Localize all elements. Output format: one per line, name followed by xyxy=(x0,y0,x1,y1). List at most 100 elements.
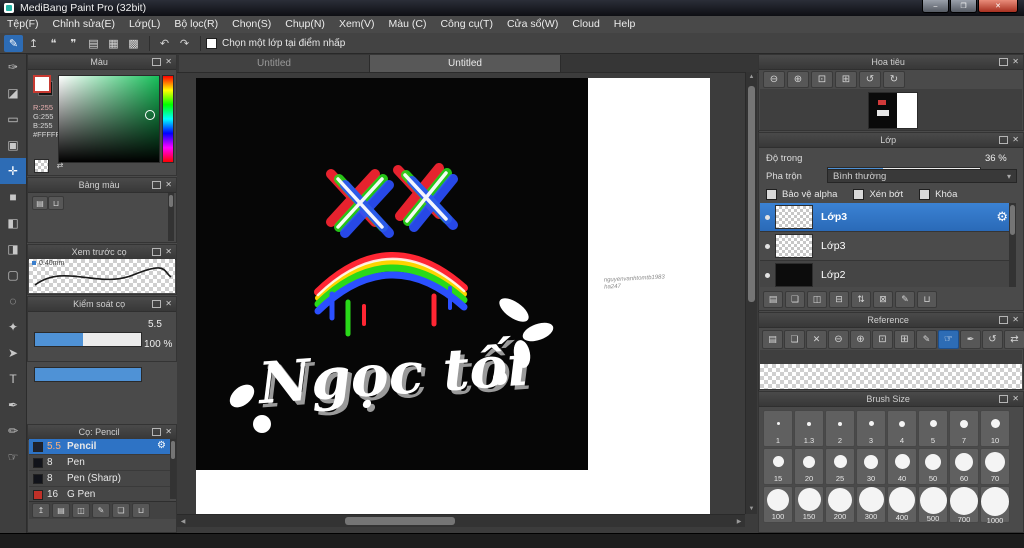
fit-screen-icon[interactable]: ⊡ xyxy=(872,330,893,349)
lasso-tool-icon[interactable]: ◌ xyxy=(0,288,26,314)
float-panel-icon[interactable] xyxy=(152,58,162,66)
delete-layer-icon[interactable]: ⊔ xyxy=(917,291,937,308)
upload-icon[interactable]: ↥ xyxy=(24,35,43,52)
close-panel-icon[interactable]: ✕ xyxy=(165,300,172,308)
brush-size-slider[interactable] xyxy=(34,332,142,347)
pencil-icon[interactable]: ✎ xyxy=(916,330,937,349)
float-panel-icon[interactable] xyxy=(152,428,162,436)
close-panel-icon[interactable]: ✕ xyxy=(165,181,172,189)
add-layer-icon[interactable]: ▤ xyxy=(763,291,783,308)
layer-visibility-icon[interactable] xyxy=(765,272,770,278)
marquee-tool-icon[interactable]: ▭ xyxy=(0,106,26,132)
undo-icon[interactable]: ↶ xyxy=(155,35,174,52)
menu-cloud[interactable]: Cloud xyxy=(565,16,606,33)
zoom-in-icon[interactable]: ⊕ xyxy=(850,330,871,349)
layer-list-scrollbar-thumb[interactable] xyxy=(1010,205,1015,235)
maximize-button[interactable]: ❐ xyxy=(950,0,977,13)
layer-visibility-icon[interactable] xyxy=(765,214,770,220)
artwork-canvas[interactable]: Ngọc tối Ngọc tối xyxy=(196,78,588,470)
brush-size-option[interactable]: 1.3 xyxy=(794,410,824,447)
menu-snap[interactable]: Chụp(N) xyxy=(278,16,332,33)
close-image-icon[interactable]: ✕ xyxy=(806,330,827,349)
open-image-icon[interactable]: ▤ xyxy=(762,330,783,349)
canvas-vertical-scrollbar[interactable]: ▲ ▼ xyxy=(745,72,757,514)
rotate-icon[interactable]: ↺ xyxy=(982,330,1003,349)
menu-file[interactable]: Tệp(F) xyxy=(0,16,46,33)
blend-mode-dropdown[interactable]: Bình thường ▾ xyxy=(827,169,1017,183)
actual-size-icon[interactable]: ⊞ xyxy=(835,71,857,88)
menu-help[interactable]: Help xyxy=(607,16,643,33)
layer-row-lop3[interactable]: Lớp3 xyxy=(760,232,1016,261)
brush-size-option[interactable]: 700 xyxy=(949,486,979,524)
delete-palette-color-icon[interactable]: ⊔ xyxy=(48,196,64,210)
page-icon[interactable]: ▤ xyxy=(84,35,103,52)
eyedropper-tool-icon[interactable]: ✒ xyxy=(0,392,26,418)
menu-edit[interactable]: Chỉnh sửa(E) xyxy=(46,16,122,33)
layer-row-lop3-active[interactable]: Lớp3 ⚙ xyxy=(760,203,1016,232)
upload-brush-icon[interactable]: ↥ xyxy=(32,503,50,518)
fill-tool-icon[interactable]: ■ xyxy=(0,184,26,210)
saturation-value-picker[interactable] xyxy=(58,75,160,163)
close-button[interactable]: ✕ xyxy=(978,0,1018,13)
brush-size-option[interactable]: 60 xyxy=(949,448,979,485)
color-picker-cursor[interactable] xyxy=(145,110,155,120)
add-brush-icon[interactable]: ▤ xyxy=(52,503,70,518)
chat-icon[interactable]: ❞ xyxy=(64,35,83,52)
menu-select[interactable]: Chọn(S) xyxy=(225,16,278,33)
close-panel-icon[interactable]: ✕ xyxy=(1012,136,1019,144)
layer-row-lop2[interactable]: Lớp2 xyxy=(760,261,1016,287)
brush-tool-icon[interactable]: ✑ xyxy=(0,54,26,80)
add-palette-color-icon[interactable]: ▤ xyxy=(32,196,48,210)
layer-settings-gear-icon[interactable]: ⚙ xyxy=(996,209,1008,225)
brush-item-pen-sharp[interactable]: 8 Pen (Sharp) xyxy=(29,471,170,487)
edit-brush-icon[interactable]: ✎ xyxy=(92,503,110,518)
comment-icon[interactable]: ❝ xyxy=(44,35,63,52)
float-panel-icon[interactable] xyxy=(999,58,1009,66)
close-panel-icon[interactable]: ✕ xyxy=(1012,58,1019,66)
protect-alpha-checkbox[interactable] xyxy=(766,189,777,200)
zoom-in-icon[interactable]: ⊕ xyxy=(787,71,809,88)
zoom-out-icon[interactable]: ⊖ xyxy=(828,330,849,349)
folder-icon[interactable]: ❏ xyxy=(784,330,805,349)
brush-size-option[interactable]: 40 xyxy=(887,448,917,485)
float-panel-icon[interactable] xyxy=(999,316,1009,324)
select-tool-icon[interactable]: ▢ xyxy=(0,262,26,288)
gradient-tool-icon[interactable]: ◨ xyxy=(0,236,26,262)
float-panel-icon[interactable] xyxy=(152,300,162,308)
duplicate-layer-icon[interactable]: ◫ xyxy=(807,291,827,308)
brush-opacity-slider[interactable] xyxy=(34,367,142,382)
brush-size-option[interactable]: 50 xyxy=(918,448,948,485)
scroll-left-icon[interactable]: ◀ xyxy=(179,518,187,525)
close-panel-icon[interactable]: ✕ xyxy=(165,58,172,66)
menu-color[interactable]: Màu (C) xyxy=(382,16,434,33)
canvas-horizontal-scrollbar-thumb[interactable] xyxy=(345,517,455,525)
clear-layer-icon[interactable]: ⊠ xyxy=(873,291,893,308)
stamp-tool-icon[interactable]: ▣ xyxy=(0,132,26,158)
brush-size-option[interactable]: 25 xyxy=(825,448,855,485)
zoom-out-icon[interactable]: ⊖ xyxy=(763,71,785,88)
float-panel-icon[interactable] xyxy=(999,395,1009,403)
clipping-checkbox[interactable] xyxy=(853,189,865,200)
brush-size-option[interactable]: 15 xyxy=(763,448,793,485)
grid-icon[interactable]: ▦ xyxy=(104,35,123,52)
menu-filter[interactable]: Bộ lọc(R) xyxy=(167,16,225,33)
hand-tool-icon[interactable]: ☞ xyxy=(0,444,26,470)
brush-size-option[interactable]: 400 xyxy=(887,486,917,523)
eyedropper-icon[interactable]: ✒ xyxy=(960,330,981,349)
bucket-tool-icon[interactable]: ◧ xyxy=(0,210,26,236)
rotate-right-icon[interactable]: ↻ xyxy=(883,71,905,88)
flip-icon[interactable]: ⇄ xyxy=(1004,330,1024,349)
transparent-color-button[interactable] xyxy=(34,159,49,173)
rotate-left-icon[interactable]: ↺ xyxy=(859,71,881,88)
brush-size-option[interactable]: 2 xyxy=(825,410,855,447)
brush-size-option[interactable]: 5 xyxy=(918,410,948,447)
text-tool-icon[interactable]: T xyxy=(0,366,26,392)
eraser-tool-icon[interactable]: ◪ xyxy=(0,80,26,106)
hue-bar[interactable] xyxy=(162,75,174,163)
brush-size-option[interactable]: 20 xyxy=(794,448,824,485)
minimize-button[interactable]: – xyxy=(922,0,949,13)
add-folder-icon[interactable]: ❏ xyxy=(785,291,805,308)
title-bar[interactable]: MediBang Paint Pro (32bit) – ❐ ✕ xyxy=(0,0,1024,16)
menu-window[interactable]: Cửa sổ(W) xyxy=(500,16,565,33)
brush-size-option[interactable]: 200 xyxy=(825,486,855,523)
